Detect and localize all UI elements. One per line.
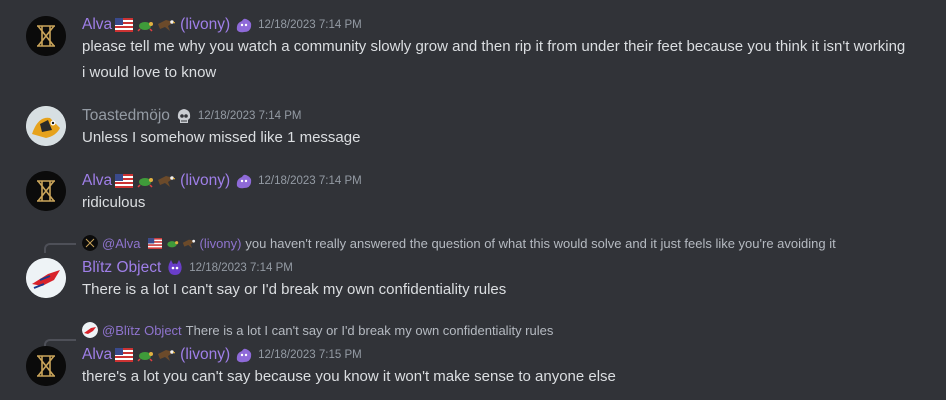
message-text: i would love to know	[82, 64, 217, 81]
eagle-emoji	[157, 174, 176, 188]
reply-author-suffix[interactable]: (livony)	[200, 236, 242, 251]
reply-preview[interactable]: @Blïtz Object There is a lot I can't say…	[82, 321, 553, 339]
purple-blob-badge	[234, 345, 254, 365]
username-suffix[interactable]: (livony)	[180, 172, 230, 190]
username[interactable]: Alva	[82, 172, 112, 190]
timestamp[interactable]: 12/18/2023 7:14 PM	[198, 110, 302, 122]
us-flag-emoji	[147, 237, 162, 249]
us-flag-emoji	[115, 348, 134, 362]
message-text: Unless I somehow missed like 1 message	[82, 129, 361, 146]
timestamp[interactable]: 12/18/2023 7:15 PM	[258, 349, 362, 361]
reply-connector	[44, 243, 76, 253]
message-text: please tell me why you watch a community…	[82, 38, 906, 55]
us-flag-emoji	[115, 174, 134, 188]
purple-horns-badge	[165, 258, 185, 278]
skull-badge	[174, 106, 194, 126]
reply-author[interactable]: @Alva	[102, 236, 141, 251]
avatar-blitz-object[interactable]	[26, 258, 66, 298]
purple-blob-badge	[234, 171, 254, 191]
message-text: ridiculous	[82, 194, 146, 211]
reply-text[interactable]: There is a lot I can't say or I'd break …	[186, 323, 554, 338]
turtle-emoji	[136, 348, 154, 362]
us-flag-emoji	[115, 18, 134, 32]
username[interactable]: Blïtz Object	[82, 259, 161, 277]
eagle-emoji	[157, 18, 176, 32]
avatar-alva[interactable]	[26, 171, 66, 211]
message-text: There is a lot I can't say or I'd break …	[82, 281, 507, 298]
reply-author[interactable]: @Blïtz Object	[102, 323, 182, 338]
reply-text[interactable]: you haven't really answered the question…	[245, 236, 835, 251]
eagle-emoji	[182, 238, 196, 249]
timestamp[interactable]: 12/18/2023 7:14 PM	[189, 262, 293, 274]
username[interactable]: Toastedmöjo	[82, 107, 170, 125]
username[interactable]: Alva	[82, 346, 112, 364]
avatar-alva[interactable]	[26, 346, 66, 386]
timestamp[interactable]: 12/18/2023 7:14 PM	[258, 175, 362, 187]
turtle-emoji	[136, 174, 154, 188]
reply-preview[interactable]: @Alva (livony) you haven't really answer…	[82, 234, 836, 252]
turtle-emoji	[136, 18, 154, 32]
avatar-toastedmojo[interactable]	[26, 106, 66, 146]
eagle-emoji	[157, 348, 176, 362]
purple-blob-badge	[234, 15, 254, 35]
turtle-emoji	[165, 238, 179, 249]
message-text: there's a lot you can't say because you …	[82, 368, 616, 385]
username-suffix[interactable]: (livony)	[180, 346, 230, 364]
reply-avatar-blitz-object	[82, 322, 98, 338]
username-suffix[interactable]: (livony)	[180, 16, 230, 34]
reply-avatar-alva	[82, 235, 98, 251]
timestamp[interactable]: 12/18/2023 7:14 PM	[258, 19, 362, 31]
avatar-alva[interactable]	[26, 16, 66, 56]
username[interactable]: Alva	[82, 16, 112, 34]
